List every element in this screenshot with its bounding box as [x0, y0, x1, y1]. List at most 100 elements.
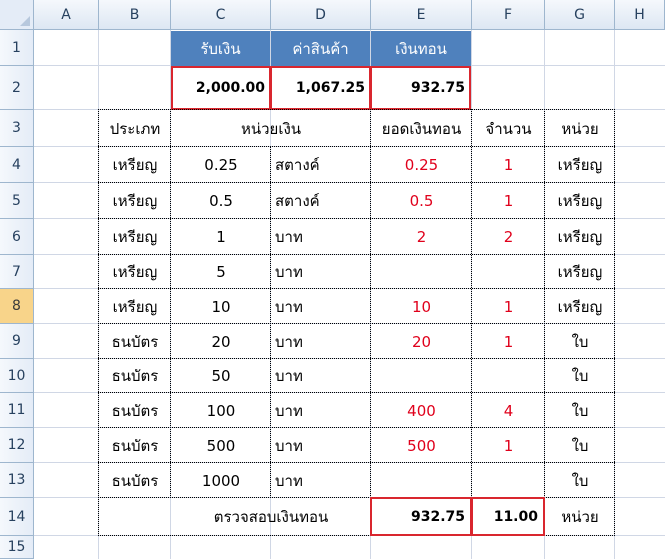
- currency-cell[interactable]: บาท: [271, 463, 371, 498]
- value-cell[interactable]: 5: [171, 255, 271, 289]
- quantity-cell[interactable]: [472, 255, 545, 289]
- value-cell[interactable]: 0.5: [171, 183, 271, 219]
- amount-cell[interactable]: [371, 255, 472, 289]
- unit-cell[interactable]: เหรียญ: [545, 183, 615, 219]
- type-cell[interactable]: ธนบัตร: [99, 324, 171, 359]
- value-cell[interactable]: 100: [171, 393, 271, 428]
- row-header-2[interactable]: 2: [0, 66, 34, 110]
- check-unit-cell[interactable]: หน่วย: [545, 498, 615, 536]
- spreadsheet: A B C D E F G H 1 2 3 4 5 6 7 8 9 10 11 …: [0, 0, 665, 559]
- total-received-cell[interactable]: 2,000.00: [171, 66, 271, 110]
- row-header-6[interactable]: 6: [0, 219, 34, 255]
- header-received[interactable]: รับเงิน: [171, 31, 270, 66]
- row-header-14[interactable]: 14: [0, 498, 34, 536]
- quantity-cell[interactable]: [472, 463, 545, 498]
- type-cell[interactable]: เหรียญ: [99, 255, 171, 289]
- row-header-15[interactable]: 15: [0, 536, 34, 559]
- row-header-10[interactable]: 10: [0, 359, 34, 393]
- table-header-unit[interactable]: หน่วย: [545, 110, 615, 147]
- value-cell[interactable]: 10: [171, 289, 271, 324]
- unit-cell[interactable]: เหรียญ: [545, 289, 615, 324]
- row-header-7[interactable]: 7: [0, 255, 34, 289]
- currency-cell[interactable]: สตางค์: [271, 183, 371, 219]
- row-header-5[interactable]: 5: [0, 183, 34, 219]
- amount-cell[interactable]: 0.5: [371, 183, 472, 219]
- quantity-cell[interactable]: 1: [472, 289, 545, 324]
- unit-cell[interactable]: ใบ: [545, 393, 615, 428]
- column-header-g[interactable]: G: [545, 0, 615, 30]
- amount-cell[interactable]: 10: [371, 289, 472, 324]
- column-header-e[interactable]: E: [371, 0, 472, 30]
- currency-cell[interactable]: สตางค์: [271, 147, 371, 183]
- amount-cell[interactable]: 2: [371, 219, 472, 255]
- row-header-8[interactable]: 8: [0, 289, 34, 324]
- column-header-h[interactable]: H: [615, 0, 665, 30]
- column-header-c[interactable]: C: [171, 0, 271, 30]
- row-header-13[interactable]: 13: [0, 463, 34, 498]
- header-price[interactable]: ค่าสินค้า: [271, 31, 370, 66]
- column-header-a[interactable]: A: [34, 0, 99, 30]
- amount-cell[interactable]: 400: [371, 393, 472, 428]
- unit-cell[interactable]: เหรียญ: [545, 255, 615, 289]
- currency-cell[interactable]: บาท: [271, 289, 371, 324]
- type-cell[interactable]: ธนบัตร: [99, 428, 171, 463]
- amount-cell[interactable]: [371, 359, 472, 393]
- header-change[interactable]: เงินทอน: [371, 31, 471, 66]
- value-cell[interactable]: 1: [171, 219, 271, 255]
- select-all-corner[interactable]: [0, 0, 34, 30]
- amount-cell[interactable]: [371, 463, 472, 498]
- value-cell[interactable]: 500: [171, 428, 271, 463]
- amount-cell[interactable]: 0.25: [371, 147, 472, 183]
- unit-cell[interactable]: เหรียญ: [545, 147, 615, 183]
- currency-cell[interactable]: บาท: [271, 393, 371, 428]
- unit-cell[interactable]: ใบ: [545, 428, 615, 463]
- quantity-cell[interactable]: 4: [472, 393, 545, 428]
- row-header-11[interactable]: 11: [0, 393, 34, 428]
- currency-cell[interactable]: บาท: [271, 255, 371, 289]
- quantity-cell[interactable]: 1: [472, 147, 545, 183]
- type-cell[interactable]: เหรียญ: [99, 183, 171, 219]
- currency-cell[interactable]: บาท: [271, 359, 371, 393]
- quantity-cell[interactable]: 1: [472, 428, 545, 463]
- quantity-cell[interactable]: 2: [472, 219, 545, 255]
- type-cell[interactable]: เหรียญ: [99, 147, 171, 183]
- column-header-b[interactable]: B: [99, 0, 171, 30]
- row-header-1[interactable]: 1: [0, 30, 34, 66]
- unit-cell[interactable]: ใบ: [545, 359, 615, 393]
- currency-cell[interactable]: บาท: [271, 428, 371, 463]
- quantity-cell[interactable]: 1: [472, 324, 545, 359]
- unit-cell[interactable]: ใบ: [545, 324, 615, 359]
- currency-cell[interactable]: บาท: [271, 324, 371, 359]
- type-cell[interactable]: ธนบัตร: [99, 359, 171, 393]
- unit-cell[interactable]: เหรียญ: [545, 219, 615, 255]
- total-change-cell[interactable]: 932.75: [371, 66, 471, 110]
- row-header-9[interactable]: 9: [0, 324, 34, 359]
- row-header-12[interactable]: 12: [0, 428, 34, 463]
- table-header-quantity[interactable]: จำนวน: [472, 110, 545, 147]
- value-cell[interactable]: 0.25: [171, 147, 271, 183]
- quantity-cell[interactable]: [472, 359, 545, 393]
- type-cell[interactable]: เหรียญ: [99, 289, 171, 324]
- value-cell[interactable]: 1000: [171, 463, 271, 498]
- check-quantity-cell[interactable]: 11.00: [472, 498, 544, 536]
- row-header-4[interactable]: 4: [0, 147, 34, 183]
- table-header-type[interactable]: ประเภท: [99, 110, 171, 147]
- amount-cell[interactable]: 500: [371, 428, 472, 463]
- value-cell[interactable]: 50: [171, 359, 271, 393]
- unit-cell[interactable]: ใบ: [545, 463, 615, 498]
- type-cell[interactable]: เหรียญ: [99, 219, 171, 255]
- currency-cell[interactable]: บาท: [271, 219, 371, 255]
- check-label[interactable]: ตรวจสอบเงินทอน: [171, 498, 371, 536]
- table-header-unit-money[interactable]: หน่วยเงิน: [171, 110, 371, 147]
- value-cell[interactable]: 20: [171, 324, 271, 359]
- column-header-d[interactable]: D: [271, 0, 371, 30]
- type-cell[interactable]: ธนบัตร: [99, 393, 171, 428]
- row-header-3[interactable]: 3: [0, 110, 34, 147]
- table-header-change-amount[interactable]: ยอดเงินทอน: [371, 110, 472, 147]
- type-cell[interactable]: ธนบัตร: [99, 463, 171, 498]
- check-amount-cell[interactable]: 932.75: [371, 498, 471, 536]
- total-price-cell[interactable]: 1,067.25: [271, 66, 371, 110]
- amount-cell[interactable]: 20: [371, 324, 472, 359]
- column-header-f[interactable]: F: [472, 0, 545, 30]
- quantity-cell[interactable]: 1: [472, 183, 545, 219]
